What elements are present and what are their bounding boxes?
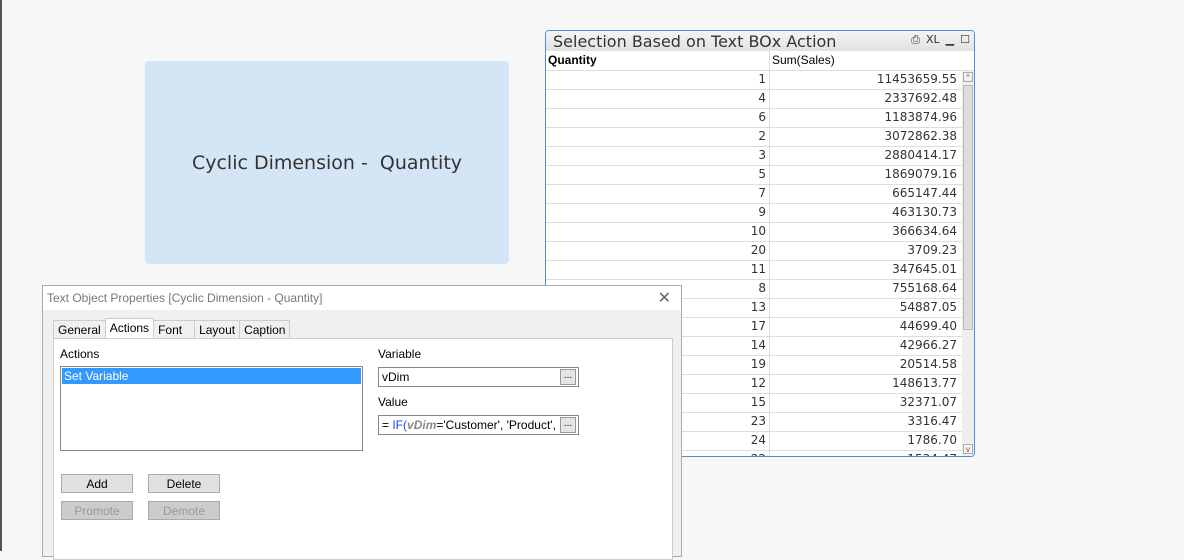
- add-button[interactable]: Add: [61, 474, 133, 493]
- sales-cell: 2337692.48: [884, 91, 957, 105]
- quantity-cell[interactable]: 11: [546, 261, 770, 279]
- quantity-cell[interactable]: 9: [546, 204, 770, 222]
- quantity-cell[interactable]: 6: [546, 109, 770, 127]
- table-row[interactable]: 4 2337692.48: [546, 90, 974, 109]
- sales-cell: 1534.47: [770, 451, 960, 456]
- sales-cell: 1869079.16: [884, 167, 957, 181]
- actions-panel: Actions Set Variable Variable vDim... Va…: [53, 338, 673, 560]
- maximize-icon[interactable]: ☐: [960, 33, 970, 47]
- table-row[interactable]: 6 1183874.96: [546, 109, 974, 128]
- scroll-down-icon[interactable]: v: [963, 444, 973, 454]
- variable-label: Variable: [378, 347, 422, 361]
- scroll-thumb[interactable]: [963, 85, 973, 330]
- table-caption: Selection Based on Text BOx Action ⎙ XL …: [546, 31, 974, 51]
- sales-cell: 2880414.17: [884, 148, 957, 162]
- sales-cell: 1786.70: [907, 433, 957, 447]
- quantity-cell[interactable]: 7: [546, 185, 770, 203]
- sales-cell: 148613.77: [892, 376, 957, 390]
- sales-cell: 463130.73: [892, 205, 957, 219]
- close-icon[interactable]: ✕: [658, 288, 671, 308]
- sales-cell: 20514.58: [899, 357, 957, 371]
- table-row[interactable]: 20 3709.23: [546, 242, 974, 261]
- delete-button[interactable]: Delete: [148, 474, 220, 493]
- actions-label: Actions: [60, 347, 100, 361]
- text-object-properties-dialog: Text Object Properties [Cyclic Dimension…: [42, 285, 682, 560]
- scroll-up-icon[interactable]: ^: [963, 72, 973, 82]
- table-title: Selection Based on Text BOx Action: [553, 31, 837, 51]
- scrollbar[interactable]: ^ v: [962, 71, 974, 456]
- sales-cell: 44699.40: [899, 319, 957, 333]
- variable-input[interactable]: vDim...: [378, 367, 579, 387]
- value-input[interactable]: = IF(vDim='Customer', 'Product',...: [378, 415, 579, 435]
- cyclic-dimension-textbox[interactable]: Cyclic Dimension - Quantity: [145, 61, 509, 264]
- print-icon[interactable]: ⎙: [911, 33, 920, 47]
- table-row[interactable]: 9 463130.73: [546, 204, 974, 223]
- table-row[interactable]: 10 366634.64: [546, 223, 974, 242]
- sales-cell: 3709.23: [907, 243, 957, 257]
- sales-cell: 1183874.96: [884, 110, 957, 124]
- quantity-cell[interactable]: 1: [546, 71, 770, 89]
- tab-actions[interactable]: Actions: [104, 318, 155, 339]
- table-row[interactable]: 3 2880414.17: [546, 147, 974, 166]
- quantity-cell[interactable]: 4: [546, 90, 770, 108]
- table-row[interactable]: 2 3072862.38: [546, 128, 974, 147]
- value-browse-button[interactable]: ...: [560, 417, 576, 433]
- quantity-cell[interactable]: 3: [546, 147, 770, 165]
- value-label: Value: [378, 395, 408, 409]
- column-header-quantity[interactable]: Quantity: [546, 51, 770, 70]
- xl-icon[interactable]: XL: [926, 33, 940, 47]
- demote-button[interactable]: Demote: [148, 501, 220, 520]
- minimize-icon[interactable]: ▁: [946, 33, 954, 47]
- sales-cell: 347645.01: [892, 262, 957, 276]
- table-row[interactable]: 7 665147.44: [546, 185, 974, 204]
- sales-cell: 54887.05: [899, 300, 957, 314]
- table-row[interactable]: 1 11453659.55: [546, 71, 974, 90]
- sales-cell: 755168.64: [892, 281, 957, 295]
- sales-cell: 11453659.55: [876, 72, 957, 86]
- sales-cell: 32371.07: [899, 395, 957, 409]
- quantity-cell[interactable]: 2: [546, 128, 770, 146]
- list-item[interactable]: Set Variable: [62, 368, 361, 384]
- window-edge: [0, 0, 2, 551]
- quantity-cell[interactable]: 10: [546, 223, 770, 241]
- sales-cell: 3316.47: [907, 414, 957, 428]
- sales-cell: 665147.44: [892, 186, 957, 200]
- column-header-sum-sales[interactable]: Sum(Sales): [770, 51, 960, 70]
- promote-button[interactable]: Promote: [61, 501, 133, 520]
- dialog-title: Text Object Properties [Cyclic Dimension…: [47, 291, 323, 305]
- sales-cell: 366634.64: [892, 224, 957, 238]
- variable-browse-button[interactable]: ...: [560, 369, 576, 385]
- actions-list[interactable]: Set Variable: [60, 366, 363, 451]
- table-row[interactable]: 11 347645.01: [546, 261, 974, 280]
- table-row[interactable]: 5 1869079.16: [546, 166, 974, 185]
- quantity-cell[interactable]: 5: [546, 166, 770, 184]
- quantity-cell[interactable]: 20: [546, 242, 770, 260]
- sales-cell: 42966.27: [899, 338, 957, 352]
- sales-cell: 3072862.38: [884, 129, 957, 143]
